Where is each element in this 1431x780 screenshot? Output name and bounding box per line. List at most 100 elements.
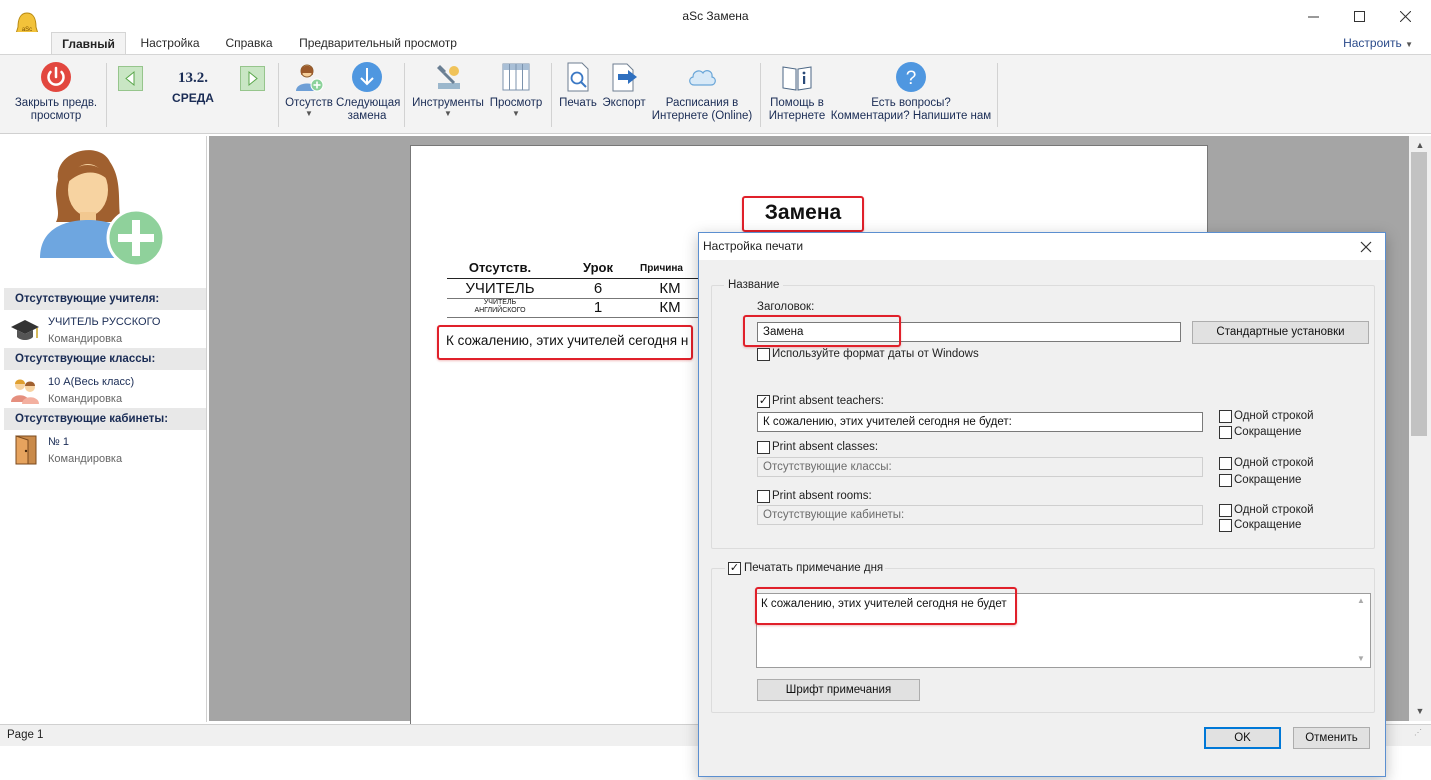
teachers-abbrev-checkbox[interactable] bbox=[1219, 426, 1232, 439]
power-icon bbox=[41, 62, 71, 92]
scrollbar-thumb[interactable] bbox=[1411, 152, 1427, 436]
door-icon bbox=[15, 435, 37, 465]
date-display: 13.2. bbox=[178, 70, 208, 86]
print-classes-label: Print absent classes: bbox=[772, 441, 879, 453]
online-label-1: Расписания в bbox=[665, 97, 739, 109]
add-absence-avatar[interactable] bbox=[36, 140, 168, 268]
weekday-display: СРЕДА bbox=[172, 91, 214, 105]
classes-one-line-checkbox[interactable] bbox=[1219, 457, 1232, 470]
absent-room-reason: Командировка bbox=[48, 453, 123, 465]
tab-preview[interactable]: Предварительный просмотр bbox=[292, 32, 464, 54]
close-preview-label-2: просмотр bbox=[30, 110, 82, 122]
classes-one-line-label: Одной строкой bbox=[1234, 457, 1314, 469]
customize-menu[interactable]: Настроить ▼ bbox=[1343, 36, 1413, 50]
print-button[interactable]: Печать bbox=[556, 61, 600, 110]
online-timetables-button[interactable]: Расписания в Интернете (Online) bbox=[648, 61, 756, 123]
col-header-absent: Отсутств. bbox=[468, 260, 532, 275]
rooms-one-line-checkbox[interactable] bbox=[1219, 504, 1232, 517]
rooms-one-line-label: Одной строкой bbox=[1234, 504, 1314, 516]
next-day-button[interactable] bbox=[240, 66, 265, 91]
absent-button[interactable]: Отсутств ▼ bbox=[284, 61, 334, 118]
print-preview-icon bbox=[567, 62, 589, 92]
heading-label: Заголовок: bbox=[757, 301, 815, 313]
grid-icon bbox=[502, 63, 530, 91]
cancel-button[interactable]: Отменить bbox=[1293, 727, 1370, 749]
arrow-right-icon bbox=[248, 70, 258, 87]
page-title: Замена bbox=[764, 201, 842, 224]
teachers-abbrev-label: Сокращение bbox=[1234, 426, 1302, 438]
prev-day-button[interactable] bbox=[118, 66, 143, 91]
export-button[interactable]: Экспорт bbox=[600, 61, 648, 110]
print-note-checkbox[interactable]: ✓ bbox=[728, 562, 741, 575]
tab-main[interactable]: Главный bbox=[51, 32, 126, 54]
chevron-down-icon: ▼ bbox=[444, 109, 452, 118]
heading-highlight bbox=[743, 315, 901, 347]
classes-abbrev-label: Сокращение bbox=[1234, 474, 1302, 486]
rooms-abbrev-label: Сокращение bbox=[1234, 519, 1302, 531]
close-icon bbox=[1360, 241, 1372, 253]
note-font-button[interactable]: Шрифт примечания bbox=[757, 679, 920, 701]
row1-teacher: УЧИТЕЛЬ bbox=[465, 280, 535, 297]
title-bar: aSc aSc Замена bbox=[0, 0, 1431, 42]
status-page: Page 1 bbox=[7, 729, 44, 741]
person-add-icon bbox=[296, 64, 324, 92]
maximize-button[interactable] bbox=[1336, 0, 1382, 32]
dialog-title: Настройка печати bbox=[703, 239, 804, 253]
default-settings-button[interactable]: Стандартные установки bbox=[1192, 321, 1369, 344]
row2-teacher: УЧИТЕЛЬ АНГЛИЙСКОГО bbox=[474, 299, 526, 314]
tools-button[interactable]: Инструменты ▼ bbox=[410, 61, 486, 118]
resize-grip-icon[interactable]: ⋰ bbox=[1414, 729, 1428, 744]
note-scroll-down-icon[interactable]: ▼ bbox=[1353, 654, 1369, 663]
online-help-button[interactable]: Помощь в Интернете bbox=[764, 61, 830, 123]
rooms-text-input[interactable]: Отсутствующие кабинеты: bbox=[757, 505, 1203, 525]
absent-rooms-header: Отсутствующие кабинеты: bbox=[4, 408, 206, 430]
export-icon bbox=[612, 63, 637, 92]
minimize-button[interactable] bbox=[1290, 0, 1336, 32]
classes-text-input[interactable]: Отсутствующие классы: bbox=[757, 457, 1203, 477]
absent-classes-header: Отсутствующие классы: bbox=[4, 348, 206, 370]
dialog-close-button[interactable] bbox=[1353, 237, 1379, 257]
next-substitution-button[interactable]: Следующая замена bbox=[336, 61, 400, 123]
help-label-1: Помощь в bbox=[770, 97, 824, 109]
print-classes-checkbox[interactable] bbox=[757, 441, 770, 454]
windows-date-label: Используйте формат даты от Windows bbox=[772, 348, 979, 360]
ok-button[interactable]: OK bbox=[1204, 727, 1281, 749]
customize-label: Настроить bbox=[1343, 36, 1402, 50]
close-window-button[interactable] bbox=[1382, 0, 1428, 32]
view-button[interactable]: Просмотр ▼ bbox=[487, 61, 545, 118]
chevron-down-icon: ▼ bbox=[512, 109, 520, 118]
print-rooms-label: Print absent rooms: bbox=[772, 490, 872, 502]
questions-label-2: Комментарии? Напишите нам bbox=[830, 110, 992, 122]
absent-room-item[interactable]: № 1 Командировка bbox=[10, 432, 205, 470]
chevron-down-icon: ▼ bbox=[305, 109, 313, 118]
teachers-one-line-checkbox[interactable] bbox=[1219, 410, 1232, 423]
absent-teacher-item[interactable]: УЧИТЕЛЬ РУССКОГО Командировка bbox=[10, 312, 205, 350]
ribbon-tabs: Главный Настройка Справка Предварительны… bbox=[0, 32, 1431, 54]
print-rooms-checkbox[interactable] bbox=[757, 490, 770, 503]
print-teachers-checkbox[interactable]: ✓ bbox=[757, 395, 770, 408]
feedback-button[interactable]: ? Есть вопросы? Комментарии? Напишите на… bbox=[828, 61, 994, 123]
print-label: Печать bbox=[559, 97, 597, 109]
arrow-left-icon bbox=[125, 70, 135, 87]
print-note-label: Печатать примечание дня bbox=[744, 562, 884, 574]
classes-abbrev-checkbox[interactable] bbox=[1219, 474, 1232, 487]
cloud-icon bbox=[689, 70, 716, 86]
close-preview-button[interactable]: Закрыть предв. просмотр bbox=[8, 61, 104, 123]
tab-help[interactable]: Справка bbox=[218, 32, 280, 54]
ribbon-separator bbox=[404, 63, 405, 127]
col-header-reason: Причина bbox=[640, 263, 683, 274]
absent-class-item[interactable]: 10 А(Весь класс) Командировка bbox=[10, 372, 205, 410]
export-label: Экспорт bbox=[602, 97, 646, 109]
rooms-abbrev-checkbox[interactable] bbox=[1219, 519, 1232, 532]
tools-icon bbox=[437, 65, 460, 89]
question-icon: ? bbox=[896, 62, 926, 92]
absent-teacher-reason: Командировка bbox=[48, 333, 123, 345]
title-group-label: Название bbox=[724, 279, 784, 291]
scroll-down-icon[interactable]: ▼ bbox=[1409, 706, 1431, 716]
scroll-up-icon[interactable]: ▲ bbox=[1409, 140, 1431, 150]
note-highlight bbox=[755, 587, 1017, 625]
teachers-text-input[interactable]: К сожалению, этих учителей сегодня не бу… bbox=[757, 412, 1203, 432]
tab-settings[interactable]: Настройка bbox=[134, 32, 206, 54]
note-scroll-up-icon[interactable]: ▲ bbox=[1353, 596, 1369, 605]
windows-date-checkbox[interactable] bbox=[757, 348, 770, 361]
